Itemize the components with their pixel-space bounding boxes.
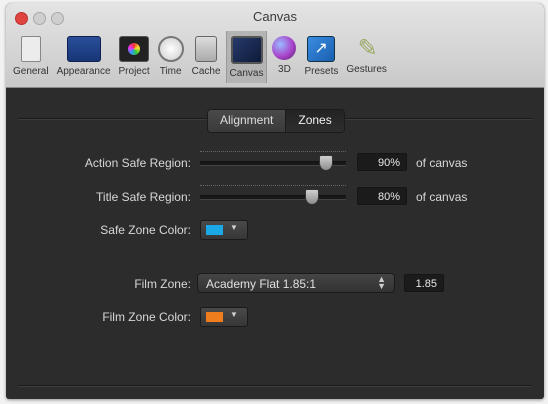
title-safe-region-label: Title Safe Region: (96, 190, 191, 204)
action-safe-value-field[interactable]: 90% (357, 153, 407, 171)
chevron-down-icon: ▼ (230, 310, 238, 319)
bottom-divider (18, 385, 532, 387)
safe-zone-color-well[interactable]: ▼ (200, 220, 248, 240)
tab-zones[interactable]: Zones (285, 110, 344, 132)
chevron-down-icon: ▼ (230, 223, 238, 232)
title-safe-unit-label: of canvas (416, 190, 468, 204)
toolbar-label: Time (159, 66, 182, 77)
toolbar-item-appearance[interactable]: Appearance (54, 31, 114, 83)
general-icon (20, 36, 41, 62)
title-safe-value-field[interactable]: 80% (357, 187, 407, 205)
tab-alignment[interactable]: Alignment (208, 110, 286, 132)
film-zone-ratio-field[interactable]: 1.85 (404, 274, 444, 292)
gestures-icon (354, 34, 380, 63)
presets-icon (307, 36, 336, 62)
action-safe-region-label: Action Safe Region: (84, 156, 191, 170)
toolbar-label: Appearance (56, 66, 111, 77)
toolbar-item-3d[interactable]: 3D (269, 31, 299, 83)
film-zone-label: Film Zone: (134, 277, 191, 291)
toolbar-label: Cache (191, 66, 221, 77)
toolbar-item-cache[interactable]: Cache (189, 31, 224, 83)
preferences-toolbar: General Appearance Project Time Cache Ca… (10, 31, 392, 85)
film-zone-selected-value: Academy Flat 1.85:1 (206, 277, 317, 291)
toolbar-item-general[interactable]: General (10, 31, 52, 83)
toolbar-label: 3D (278, 64, 291, 75)
safe-zone-color-label: Safe Zone Color: (100, 223, 191, 237)
toolbar-item-presets[interactable]: Presets (301, 31, 341, 83)
window-title: Canvas (252, 9, 298, 24)
canvas-preferences-window: Canvas General Appearance Project Time C… (6, 3, 544, 399)
toolbar-item-time[interactable]: Time (155, 31, 187, 83)
title-bar: Canvas General Appearance Project Time C… (6, 3, 544, 88)
toolbar-label: Gestures (346, 64, 387, 75)
toolbar-item-project[interactable]: Project (116, 31, 153, 83)
toolbar-label: Presets (304, 66, 339, 77)
film-zone-popup[interactable]: Academy Flat 1.85:1 ▲ ▼ (197, 273, 395, 293)
action-safe-slider-thumb[interactable] (319, 155, 334, 171)
slider-ticks (200, 185, 346, 188)
toolbar-label: General (13, 66, 49, 77)
film-zone-color-label: Film Zone Color: (102, 310, 191, 324)
title-safe-slider-thumb[interactable] (304, 189, 319, 205)
3d-icon (272, 36, 297, 60)
project-icon (119, 36, 150, 62)
cache-icon (195, 36, 218, 62)
film-zone-color-swatch (206, 312, 223, 322)
up-down-arrows-icon: ▲ ▼ (377, 274, 386, 291)
film-zone-color-well[interactable]: ▼ (200, 307, 248, 327)
appearance-icon (66, 36, 101, 62)
toolbar-item-gestures[interactable]: Gestures (343, 31, 390, 83)
toolbar-label: Project (118, 66, 150, 77)
action-safe-unit-label: of canvas (416, 156, 468, 170)
safe-zone-color-swatch (206, 225, 223, 235)
toolbar-label: Canvas (229, 68, 264, 79)
canvas-icon (230, 36, 263, 64)
alignment-zones-segmented-control: Alignment Zones (207, 109, 345, 133)
title-safe-slider[interactable] (200, 195, 346, 200)
slider-ticks (200, 151, 346, 154)
toolbar-item-canvas[interactable]: Canvas (225, 31, 268, 83)
time-icon (157, 36, 184, 62)
